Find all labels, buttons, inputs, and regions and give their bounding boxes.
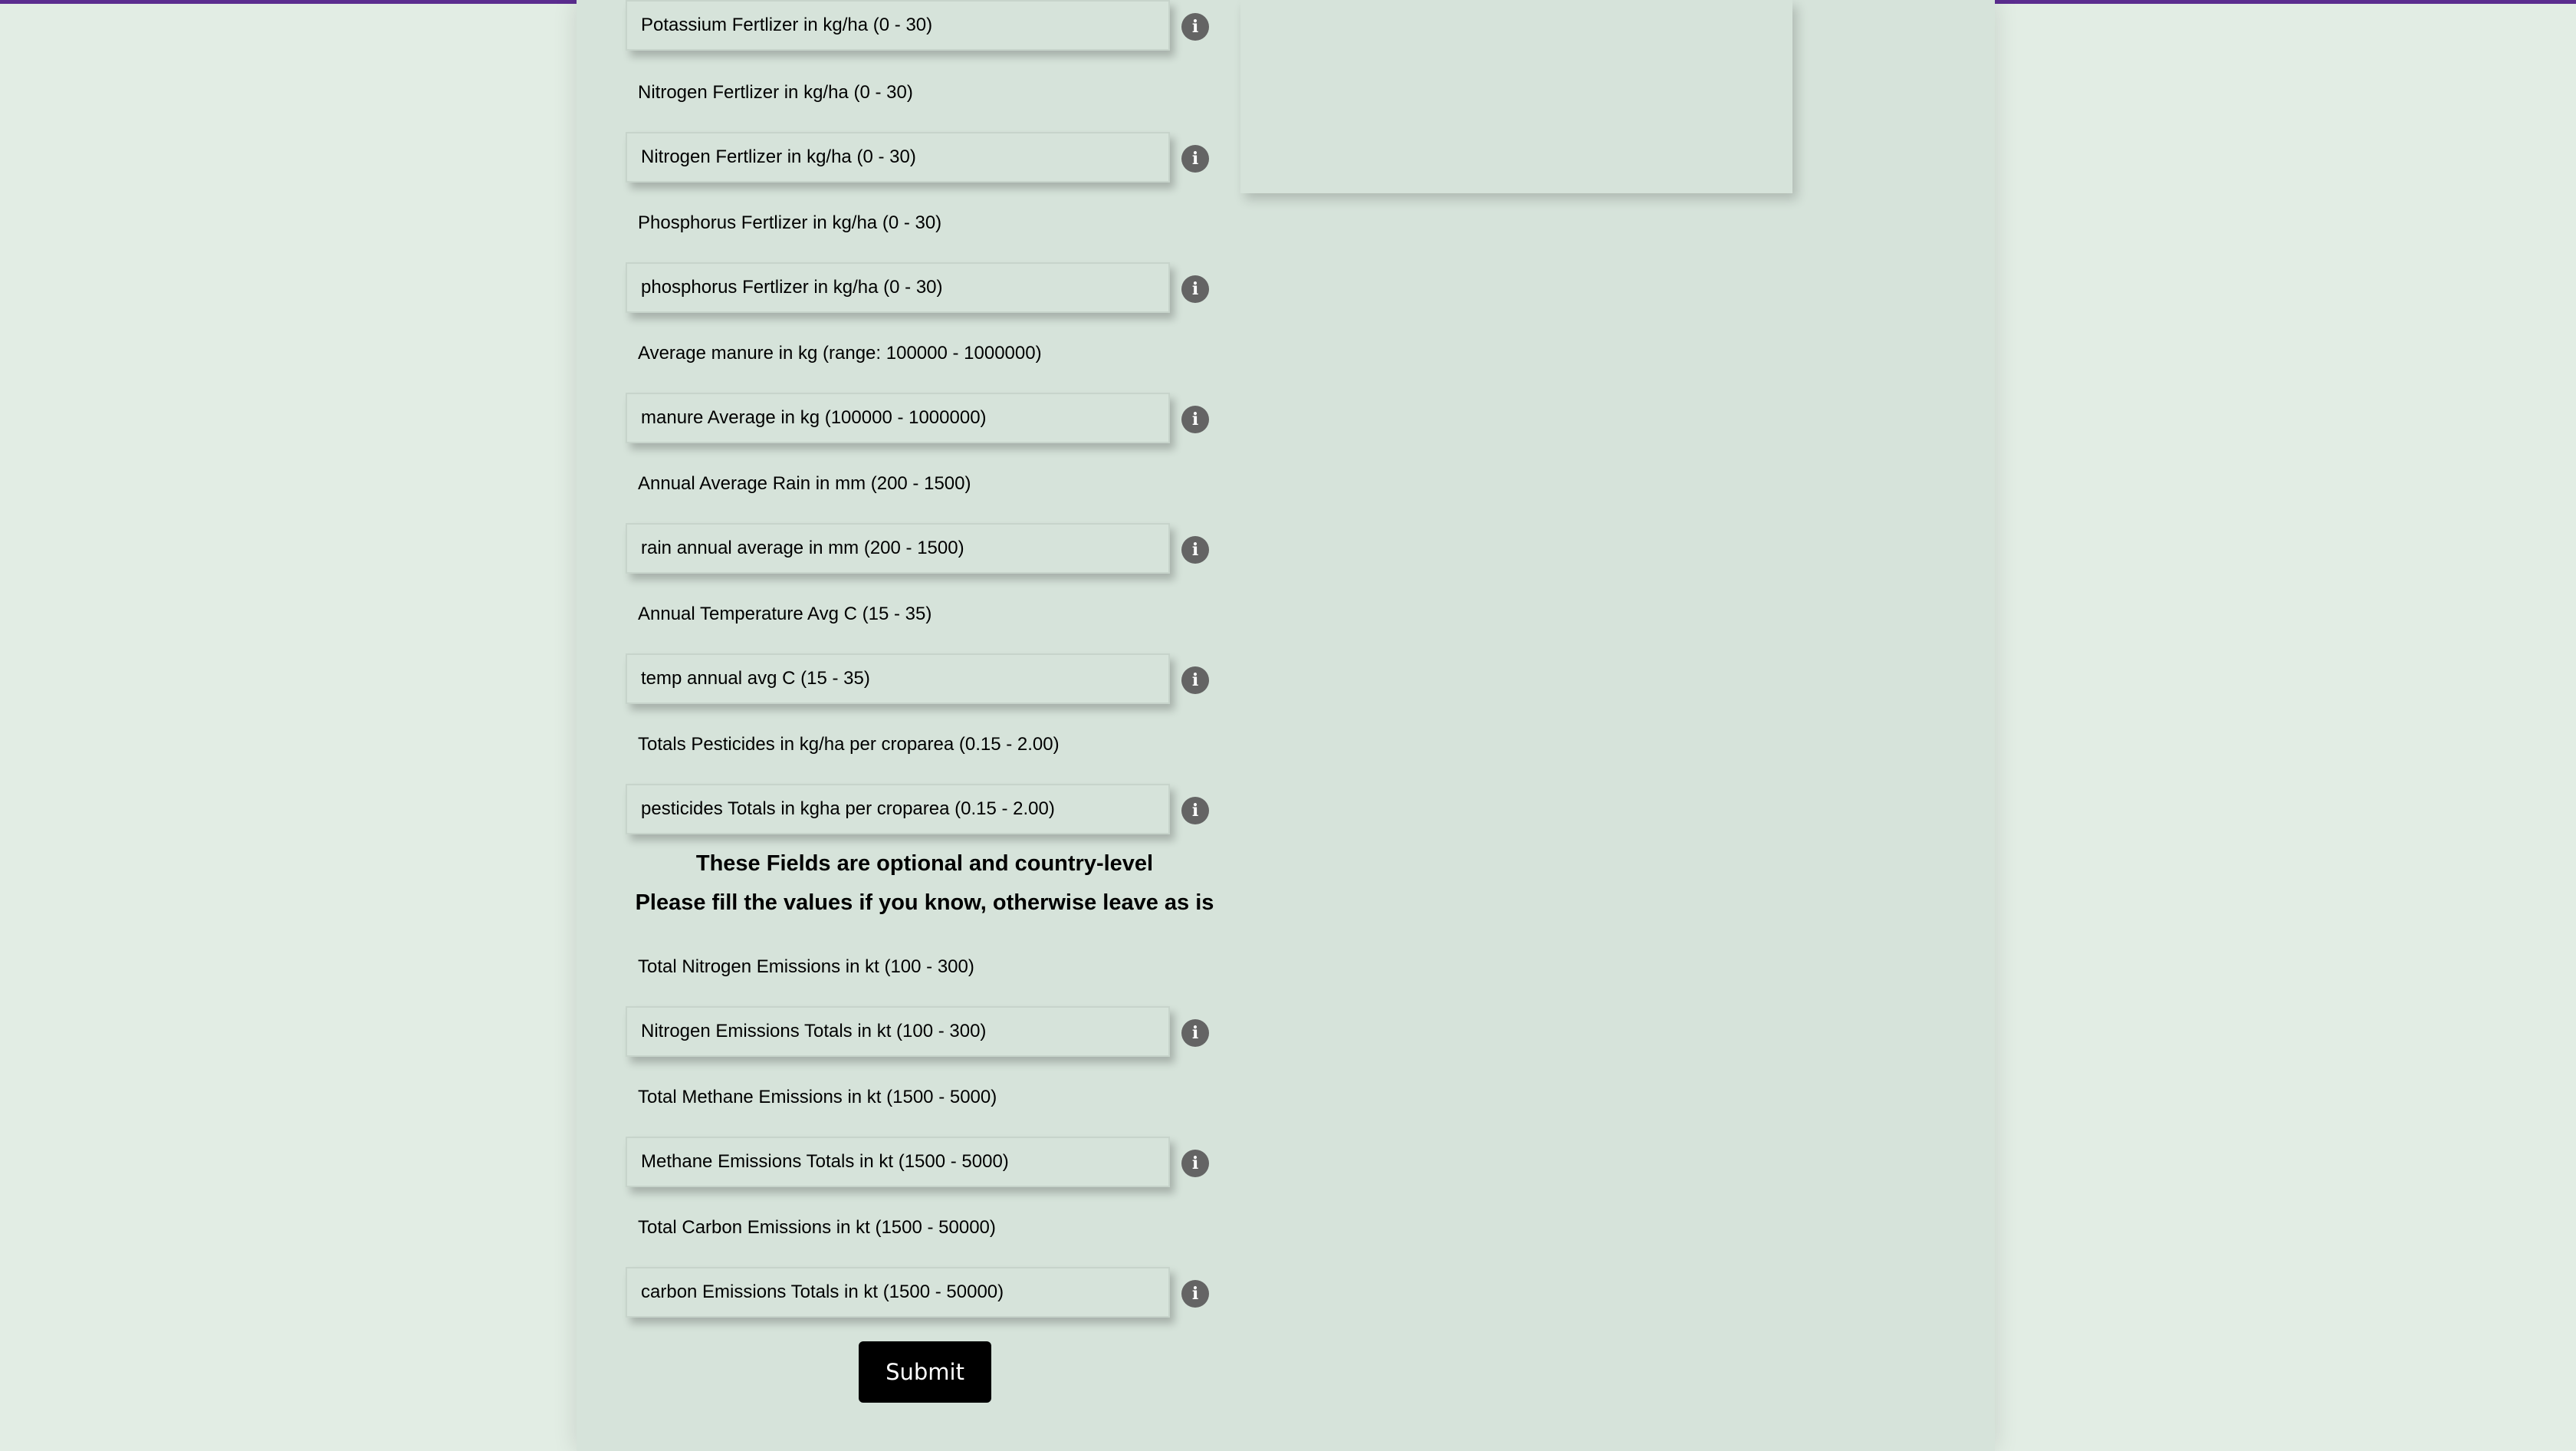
info-icon[interactable]: i	[1181, 406, 1209, 433]
nitrogen-emissions-label: Total Nitrogen Emissions in kt (100 - 30…	[638, 956, 974, 977]
manure-average-input[interactable]	[626, 393, 1170, 443]
carbon-emissions-label: Total Carbon Emissions in kt (1500 - 500…	[638, 1217, 996, 1238]
info-icon[interactable]: i	[1181, 666, 1209, 694]
optional-notice-line2: Please fill the values if you know, othe…	[635, 890, 1214, 915]
nitrogen-emissions-input[interactable]	[626, 1006, 1170, 1057]
info-icon[interactable]: i	[1181, 1019, 1209, 1047]
methane-emissions-input[interactable]	[626, 1137, 1170, 1187]
submit-button[interactable]: Submit	[859, 1341, 991, 1403]
carbon-emissions-input[interactable]	[626, 1267, 1170, 1318]
methane-emissions-label: Total Methane Emissions in kt (1500 - 50…	[638, 1087, 997, 1107]
annual-rain-input[interactable]	[626, 523, 1170, 574]
manure-average-label: Average manure in kg (range: 100000 - 10…	[638, 343, 1042, 364]
pesticides-totals-input[interactable]	[626, 784, 1170, 834]
info-icon[interactable]: i	[1181, 797, 1209, 824]
phosphorus-fertilizer-label: Phosphorus Fertlizer in kg/ha (0 - 30)	[638, 212, 942, 233]
annual-rain-label: Annual Average Rain in mm (200 - 1500)	[638, 473, 971, 494]
side-result-box	[1240, 0, 1792, 193]
pesticides-totals-label: Totals Pesticides in kg/ha per croparea …	[638, 734, 1060, 755]
optional-notice-line1: These Fields are optional and country-le…	[695, 851, 1154, 876]
nitrogen-fertilizer-label: Nitrogen Fertlizer in kg/ha (0 - 30)	[638, 82, 913, 103]
info-icon[interactable]: i	[1181, 145, 1209, 173]
info-icon[interactable]: i	[1181, 1150, 1209, 1177]
annual-temperature-input[interactable]	[626, 653, 1170, 704]
annual-temperature-label: Annual Temperature Avg C (15 - 35)	[638, 604, 932, 624]
info-icon[interactable]: i	[1181, 275, 1209, 303]
info-icon[interactable]: i	[1181, 536, 1209, 564]
potassium-fertilizer-input[interactable]	[626, 0, 1170, 51]
phosphorus-fertilizer-input[interactable]	[626, 262, 1170, 313]
info-icon[interactable]: i	[1181, 1280, 1209, 1308]
info-icon[interactable]: i	[1181, 13, 1209, 41]
nitrogen-fertilizer-input[interactable]	[626, 132, 1170, 183]
